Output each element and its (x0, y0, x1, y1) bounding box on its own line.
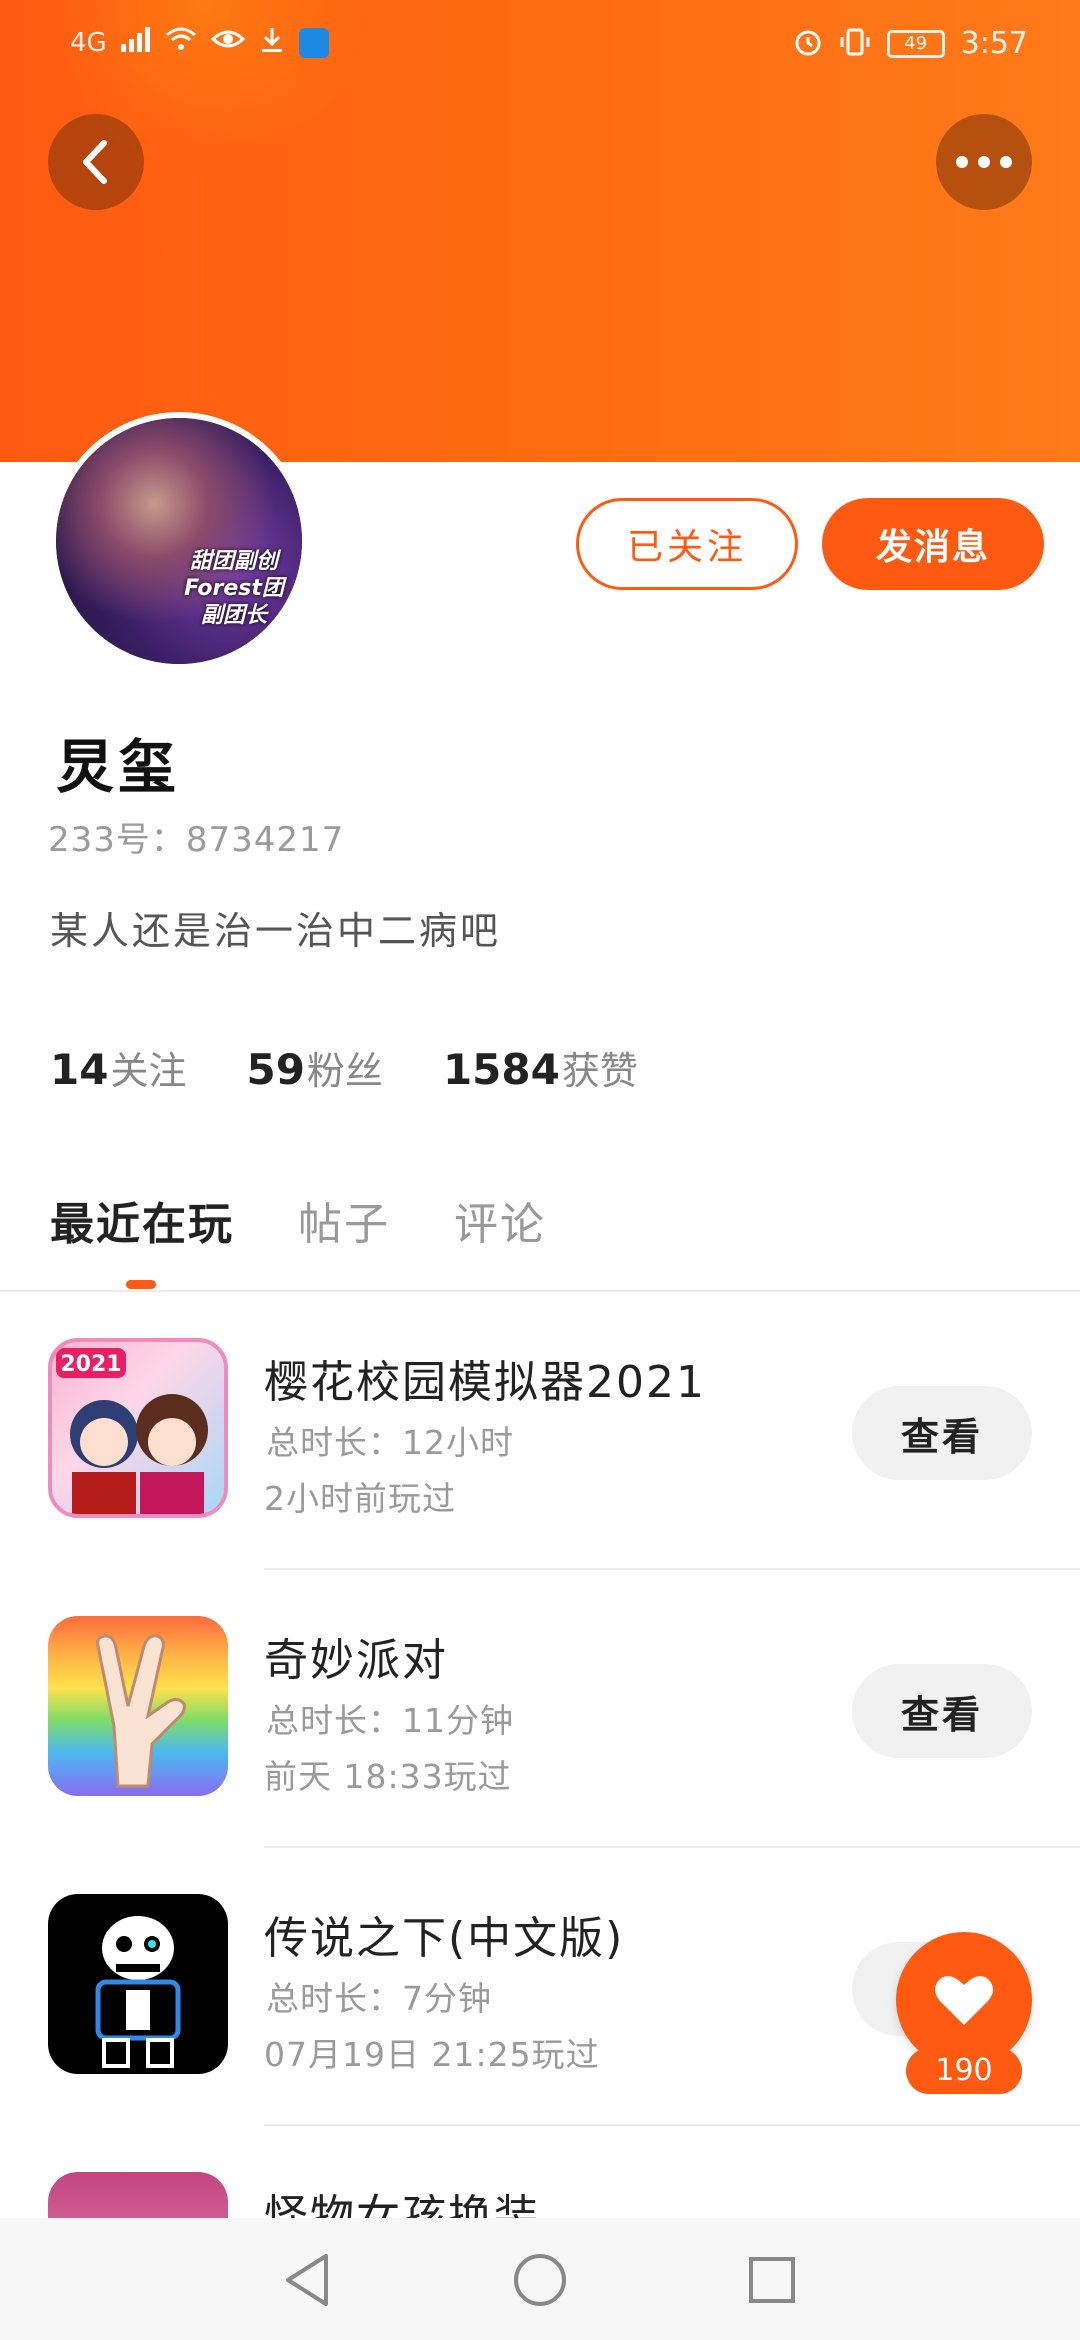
avatar[interactable]: 甜团副创 Forest团 副团长 (50, 412, 308, 670)
avatar-caption-line: 甜团副创 (189, 549, 278, 574)
alarm-icon (793, 27, 823, 61)
game-list-item[interactable]: 奇妙派对 总时长：11分钟 前天 18:33玩过 查看 (0, 1570, 1080, 1848)
send-message-button[interactable]: 发消息 (822, 498, 1044, 590)
followed-button[interactable]: 已关注 (576, 498, 798, 590)
stat-following[interactable]: 14关注 (50, 1040, 186, 1095)
rainbow-hand-icon (48, 1616, 228, 1796)
signal-bars-icon (120, 26, 151, 60)
nav-back-button[interactable] (276, 2248, 340, 2312)
active-tab-indicator (126, 1280, 156, 1289)
stat-value: 1584 (442, 1045, 560, 1094)
dress-up-icon (48, 2172, 228, 2218)
tab-posts[interactable]: 帖子 (298, 1188, 390, 1252)
stat-value: 59 (246, 1045, 305, 1094)
circle-home-icon (514, 2254, 566, 2306)
stat-likes[interactable]: 1584获赞 (443, 1040, 638, 1095)
nav-recents-button[interactable] (740, 2248, 804, 2312)
game-title: 樱花校园模拟器2021 (264, 1357, 706, 1408)
game-last-played: 2小时前玩过 (264, 1479, 456, 1518)
view-game-button[interactable]: 查看 (852, 1664, 1032, 1758)
eye-comfort-icon (210, 26, 245, 60)
triangle-back-icon (286, 2254, 328, 2306)
sakura-school-icon: 2021 (48, 1338, 228, 1518)
like-count: 190 (906, 2048, 1022, 2094)
user-bio: 某人还是治一治中二病吧 (50, 909, 502, 953)
view-game-button[interactable]: 查看 (852, 1386, 1032, 1480)
avatar-caption-line: 副团长 (200, 603, 267, 628)
battery-icon: 49 (886, 29, 945, 58)
profile-tabs: 最近在玩 帖子 评论 (50, 1188, 546, 1252)
username: 炅玺 (56, 733, 181, 801)
game-total-duration: 总时长：11分钟 (266, 1701, 514, 1740)
profile-stats: 14关注 59粉丝 1584获赞 (50, 1040, 638, 1095)
status-time: 3:57 (960, 26, 1028, 61)
avatar-caption: 甜团副创 Forest团 副团长 (174, 548, 294, 629)
tab-recently-played[interactable]: 最近在玩 (50, 1188, 234, 1252)
wifi-icon (165, 26, 197, 60)
tab-comments[interactable]: 评论 (454, 1188, 546, 1252)
square-recents-icon (749, 2257, 795, 2303)
heart-icon (935, 1976, 993, 2025)
game-list-item[interactable]: 2021 樱花校园模拟器2021 总时长：12小时 2小时前玩过 查看 (0, 1292, 1080, 1570)
sans-skeleton-icon (48, 1894, 228, 2074)
network-signal-icon: 4G (70, 28, 107, 58)
user-id: 233号：8734217 (48, 820, 345, 860)
more-dots-icon (956, 156, 1012, 168)
vibrate-icon (839, 27, 871, 61)
stat-followers[interactable]: 59粉丝 (246, 1040, 382, 1095)
nav-home-button[interactable] (508, 2248, 572, 2312)
game-last-played: 07月19日 21:25玩过 (264, 2035, 600, 2074)
game-badge: 2021 (60, 1352, 121, 1377)
chevron-left-icon (83, 140, 107, 184)
stat-value: 14 (50, 1045, 109, 1094)
game-list-item[interactable]: 怪物女孩换装 (0, 2126, 1080, 2218)
stat-label: 关注 (110, 1049, 187, 1093)
profile-header-banner: 4G 49 3:57 (0, 0, 1080, 462)
back-button[interactable] (48, 114, 144, 210)
game-title: 传说之下(中文版) (264, 1913, 625, 1964)
status-bar: 4G 49 3:57 (0, 0, 1080, 90)
download-icon (259, 26, 285, 60)
game-title: 怪物女孩换装 (264, 2191, 540, 2218)
security-shield-icon (298, 28, 329, 58)
game-title: 奇妙派对 (264, 1635, 448, 1686)
game-total-duration: 总时长：12小时 (266, 1423, 514, 1462)
system-navigation-bar (0, 2218, 1080, 2340)
game-last-played: 前天 18:33玩过 (264, 1757, 512, 1796)
stat-label: 粉丝 (306, 1049, 383, 1093)
stat-label: 获赞 (561, 1049, 638, 1093)
game-total-duration: 总时长：7分钟 (266, 1979, 492, 2018)
avatar-caption-line: Forest团 (184, 576, 284, 601)
more-options-button[interactable] (936, 114, 1032, 210)
